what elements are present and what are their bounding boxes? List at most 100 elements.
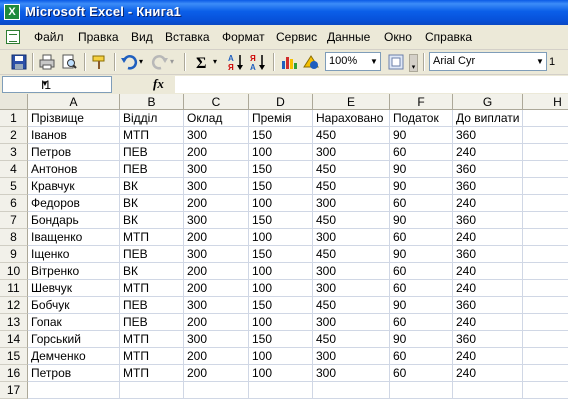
cell-d5[interactable]: 150 [249, 178, 313, 195]
cell-h16[interactable] [523, 365, 568, 382]
cell-b12[interactable]: ПЕВ [120, 297, 184, 314]
cell-h14[interactable] [523, 331, 568, 348]
autosum-dropdown-icon[interactable]: ▾ [213, 57, 217, 66]
row-header[interactable]: 6 [0, 195, 28, 212]
cell-g9[interactable]: 360 [453, 246, 523, 263]
cell-d16[interactable]: 100 [249, 365, 313, 382]
cell-h13[interactable] [523, 314, 568, 331]
column-header-h[interactable]: H [523, 94, 568, 110]
menu-format[interactable]: Формат [222, 30, 265, 44]
zoom-select[interactable]: 100% ▼ [325, 52, 381, 71]
cell-a15[interactable]: Демченко [28, 348, 120, 365]
cell-a3[interactable]: Петров [28, 144, 120, 161]
cell-f14[interactable]: 90 [390, 331, 453, 348]
autosum-icon[interactable]: Σ [193, 53, 211, 71]
cell-f10[interactable]: 60 [390, 263, 453, 280]
cell-a7[interactable]: Бондарь [28, 212, 120, 229]
chart-wizard-icon[interactable] [280, 53, 298, 71]
undo-icon[interactable] [120, 53, 138, 71]
cell-h15[interactable] [523, 348, 568, 365]
cell-h1[interactable] [523, 110, 568, 127]
cell-b14[interactable]: МТП [120, 331, 184, 348]
workbook-icon[interactable] [6, 30, 20, 44]
cell-h17[interactable] [523, 382, 568, 399]
cell-g5[interactable]: 360 [453, 178, 523, 195]
cell-e6[interactable]: 300 [313, 195, 390, 212]
menu-file[interactable]: Файл [34, 30, 64, 44]
cell-c8[interactable]: 200 [184, 229, 249, 246]
cell-d4[interactable]: 150 [249, 161, 313, 178]
cell-d2[interactable]: 150 [249, 127, 313, 144]
cell-g10[interactable]: 240 [453, 263, 523, 280]
cell-b9[interactable]: ПЕВ [120, 246, 184, 263]
cell-g16[interactable]: 240 [453, 365, 523, 382]
format-painter-icon[interactable] [90, 53, 108, 71]
cell-h3[interactable] [523, 144, 568, 161]
cell-c1[interactable]: Оклад [184, 110, 249, 127]
excel-app-icon[interactable]: X [4, 4, 20, 20]
cell-g4[interactable]: 360 [453, 161, 523, 178]
cell-g3[interactable]: 240 [453, 144, 523, 161]
cell-e7[interactable]: 450 [313, 212, 390, 229]
select-all-corner[interactable] [0, 94, 28, 110]
font-name-dropdown-icon[interactable]: ▼ [534, 53, 546, 70]
worksheet-grid[interactable]: A B C D E F G H 1 Прізвище Відділ Оклад Премія Нарахо… [0, 94, 568, 401]
cell-c15[interactable]: 200 [184, 348, 249, 365]
cell-d7[interactable]: 150 [249, 212, 313, 229]
cell-a13[interactable]: Гопак [28, 314, 120, 331]
cell-d8[interactable]: 100 [249, 229, 313, 246]
cell-e1[interactable]: Нараховано [313, 110, 390, 127]
cell-d9[interactable]: 150 [249, 246, 313, 263]
cell-g6[interactable]: 240 [453, 195, 523, 212]
cell-f15[interactable]: 60 [390, 348, 453, 365]
menu-insert[interactable]: Вставка [165, 30, 210, 44]
cell-f12[interactable]: 90 [390, 297, 453, 314]
font-size-select[interactable]: 1 [549, 56, 555, 68]
menu-help[interactable]: Справка [425, 30, 472, 44]
cell-g8[interactable]: 240 [453, 229, 523, 246]
cell-c2[interactable]: 300 [184, 127, 249, 144]
row-header[interactable]: 10 [0, 263, 28, 280]
cell-g13[interactable]: 240 [453, 314, 523, 331]
cell-c16[interactable]: 200 [184, 365, 249, 382]
cell-d11[interactable]: 100 [249, 280, 313, 297]
cell-f5[interactable]: 90 [390, 178, 453, 195]
sort-descending-icon[interactable]: Я А [249, 53, 267, 71]
cell-c14[interactable]: 300 [184, 331, 249, 348]
cell-c3[interactable]: 200 [184, 144, 249, 161]
cell-e11[interactable]: 300 [313, 280, 390, 297]
cell-f8[interactable]: 60 [390, 229, 453, 246]
cell-c7[interactable]: 300 [184, 212, 249, 229]
cell-f11[interactable]: 60 [390, 280, 453, 297]
cell-b13[interactable]: ПЕВ [120, 314, 184, 331]
cell-d13[interactable]: 100 [249, 314, 313, 331]
cell-h10[interactable] [523, 263, 568, 280]
zoom-dropdown-icon[interactable]: ▼ [368, 53, 380, 70]
row-header[interactable]: 7 [0, 212, 28, 229]
cell-b8[interactable]: МТП [120, 229, 184, 246]
cell-h2[interactable] [523, 127, 568, 144]
cell-c4[interactable]: 300 [184, 161, 249, 178]
cell-a8[interactable]: Іващенко [28, 229, 120, 246]
cell-b3[interactable]: ПЕВ [120, 144, 184, 161]
cell-a6[interactable]: Федоров [28, 195, 120, 212]
insert-function-icon[interactable]: fx [153, 76, 164, 92]
cell-b2[interactable]: МТП [120, 127, 184, 144]
cell-c6[interactable]: 200 [184, 195, 249, 212]
row-header[interactable]: 13 [0, 314, 28, 331]
cell-a10[interactable]: Вітренко [28, 263, 120, 280]
cell-e16[interactable]: 300 [313, 365, 390, 382]
column-header-a[interactable]: A [28, 94, 120, 110]
cell-d3[interactable]: 100 [249, 144, 313, 161]
undo-dropdown-icon[interactable]: ▾ [139, 57, 143, 66]
cell-a4[interactable]: Антонов [28, 161, 120, 178]
cell-b4[interactable]: ПЕВ [120, 161, 184, 178]
row-header[interactable]: 11 [0, 280, 28, 297]
print-preview-icon[interactable] [60, 53, 78, 71]
print-icon[interactable] [38, 53, 56, 71]
cell-c5[interactable]: 300 [184, 178, 249, 195]
cell-h9[interactable] [523, 246, 568, 263]
menu-view[interactable]: Вид [131, 30, 153, 44]
menu-tools[interactable]: Сервис [276, 30, 317, 44]
cell-e4[interactable]: 450 [313, 161, 390, 178]
